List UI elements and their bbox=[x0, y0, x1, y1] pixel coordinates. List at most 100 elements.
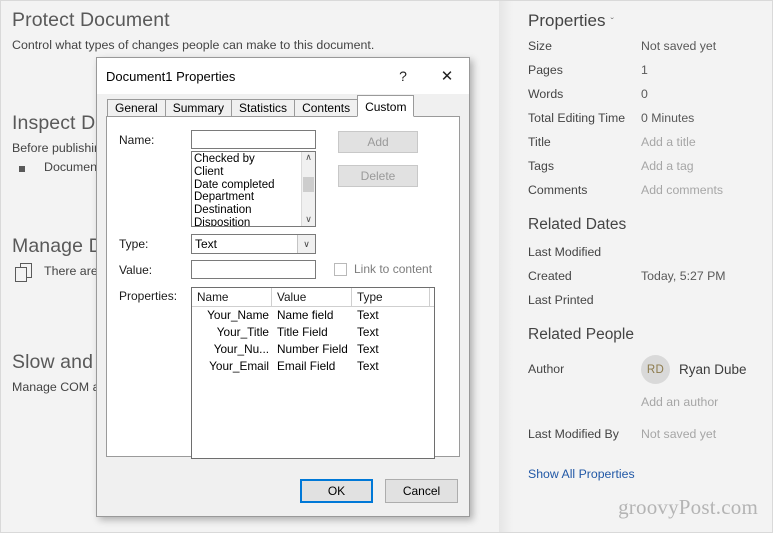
tab-custom[interactable]: Custom bbox=[357, 95, 415, 117]
date-row-created: Created Today, 5:27 PM bbox=[528, 269, 758, 283]
tab-contents[interactable]: Contents bbox=[294, 99, 359, 116]
property-value: 0 bbox=[641, 87, 648, 101]
show-all-properties-link[interactable]: Show All Properties bbox=[528, 467, 635, 481]
property-row-words: Words 0 bbox=[528, 87, 758, 101]
dialog-body: General Summary Statistics Contents Cust… bbox=[97, 94, 469, 517]
tab-general[interactable]: General bbox=[107, 99, 166, 116]
type-label: Type: bbox=[119, 237, 149, 251]
protect-document-heading: Protect Document bbox=[12, 9, 170, 31]
ok-button[interactable]: OK bbox=[300, 479, 373, 503]
inspect-document-bullet-text: Document bbox=[44, 160, 101, 174]
link-to-content-checkbox-row[interactable]: Link to content bbox=[334, 260, 432, 276]
chevron-down-icon[interactable]: ∨ bbox=[297, 235, 315, 253]
table-row[interactable]: Your_Name Name field Text bbox=[192, 307, 434, 324]
table-row[interactable]: Your_Title Title Field Text bbox=[192, 324, 434, 341]
column-header-name[interactable]: Name bbox=[192, 288, 272, 306]
date-label: Created bbox=[528, 269, 572, 283]
property-value-placeholder[interactable]: Add a tag bbox=[641, 159, 694, 173]
bullet-square-icon bbox=[19, 166, 25, 172]
list-item[interactable]: Date completed bbox=[194, 179, 301, 192]
date-row-last-modified: Last Modified bbox=[528, 245, 758, 259]
document-copy-icon bbox=[14, 262, 36, 284]
property-label: Title bbox=[528, 135, 551, 149]
custom-tab-panel: Name: Checked by Client Date completed D… bbox=[106, 116, 460, 459]
property-value: 0 Minutes bbox=[641, 111, 695, 125]
type-value: Text bbox=[195, 237, 218, 251]
properties-grid-row: Properties: Name Value Type Your_Name Na… bbox=[119, 286, 447, 459]
column-header-value[interactable]: Value bbox=[272, 288, 352, 306]
tab-strip: General Summary Statistics Contents Cust… bbox=[106, 94, 460, 117]
link-to-content-label: Link to content bbox=[354, 262, 433, 276]
list-item[interactable]: Disposition bbox=[194, 217, 301, 226]
property-label: Pages bbox=[528, 63, 563, 77]
property-value-placeholder[interactable]: Add a title bbox=[641, 135, 696, 149]
cell-value: Number Field bbox=[277, 342, 348, 356]
property-row-size: Size Not saved yet bbox=[528, 39, 758, 53]
property-row-total-editing-time: Total Editing Time 0 Minutes bbox=[528, 111, 758, 125]
list-item[interactable]: Checked by bbox=[194, 153, 301, 166]
list-item[interactable]: Destination bbox=[194, 204, 301, 217]
type-field-row: Type: Text ∨ bbox=[119, 234, 447, 254]
property-label: Tags bbox=[528, 159, 554, 173]
type-combobox[interactable]: Text ∨ bbox=[191, 234, 316, 254]
tab-statistics[interactable]: Statistics bbox=[231, 99, 296, 116]
property-row-comments[interactable]: Comments Add comments bbox=[528, 183, 758, 197]
last-modified-by-row: Last Modified By Not saved yet bbox=[528, 427, 758, 441]
date-label: Last Modified bbox=[528, 245, 602, 259]
checkbox-icon[interactable] bbox=[334, 262, 347, 276]
author-label: Author bbox=[528, 361, 565, 376]
table-row[interactable]: Your_Email Email Field Text bbox=[192, 358, 434, 375]
property-label: Size bbox=[528, 39, 552, 53]
property-value: 1 bbox=[641, 63, 648, 77]
author-chip[interactable]: RD Ryan Dube bbox=[641, 355, 747, 384]
cell-name: Your_Name bbox=[207, 308, 269, 322]
cell-type: Text bbox=[357, 359, 379, 373]
property-value-placeholder[interactable]: Add comments bbox=[641, 183, 723, 197]
name-suggestion-listbox[interactable]: Checked by Client Date completed Departm… bbox=[191, 151, 316, 227]
date-row-last-printed: Last Printed bbox=[528, 293, 758, 307]
properties-grid-header: Name Value Type bbox=[192, 288, 434, 307]
add-an-author-field[interactable]: Add an author bbox=[641, 395, 758, 409]
scroll-thumb[interactable] bbox=[303, 177, 314, 192]
name-input[interactable] bbox=[191, 130, 316, 149]
scroll-down-icon[interactable]: ∨ bbox=[305, 215, 312, 225]
properties-pane-title-text: Properties bbox=[528, 11, 606, 30]
last-modified-by-label: Last Modified By bbox=[528, 427, 619, 441]
column-header-type[interactable]: Type bbox=[352, 288, 430, 306]
avatar: RD bbox=[641, 355, 670, 384]
list-item[interactable]: Department bbox=[194, 191, 301, 204]
property-row-title[interactable]: Title Add a title bbox=[528, 135, 758, 149]
property-label: Total Editing Time bbox=[528, 111, 626, 125]
last-modified-by-value: Not saved yet bbox=[641, 427, 717, 441]
list-item[interactable]: Client bbox=[194, 166, 301, 179]
add-button[interactable]: Add bbox=[338, 131, 418, 153]
tab-summary[interactable]: Summary bbox=[164, 99, 233, 116]
delete-button[interactable]: Delete bbox=[338, 165, 418, 187]
backstage-page: Protect Document Control what types of c… bbox=[0, 0, 773, 533]
value-input[interactable] bbox=[191, 260, 316, 279]
cell-type: Text bbox=[357, 308, 379, 322]
listbox-scrollbar[interactable]: ∧ ∨ bbox=[301, 152, 315, 226]
name-label: Name: bbox=[119, 133, 155, 147]
properties-grid[interactable]: Name Value Type Your_Name Name field Tex… bbox=[191, 287, 435, 459]
document-copy-icon-front bbox=[15, 267, 27, 282]
table-row[interactable]: Your_Nu... Number Field Text bbox=[192, 341, 434, 358]
author-name: Ryan Dube bbox=[679, 362, 747, 377]
scroll-track[interactable] bbox=[302, 163, 315, 215]
properties-pane: Properties ˇ Size Not saved yet Pages 1 … bbox=[499, 1, 772, 532]
scroll-up-icon[interactable]: ∧ bbox=[305, 153, 312, 163]
property-row-tags[interactable]: Tags Add a tag bbox=[528, 159, 758, 173]
date-label: Last Printed bbox=[528, 293, 594, 307]
cell-name: Your_Email bbox=[209, 359, 269, 373]
properties-pane-title[interactable]: Properties ˇ bbox=[528, 11, 758, 31]
name-suggestion-items: Checked by Client Date completed Departm… bbox=[192, 152, 301, 226]
cancel-button[interactable]: Cancel bbox=[385, 479, 458, 503]
related-people-heading: Related People bbox=[528, 326, 634, 343]
close-icon[interactable]: ✕ bbox=[425, 59, 469, 94]
value-label: Value: bbox=[119, 263, 153, 277]
cell-name: Your_Title bbox=[216, 325, 269, 339]
help-icon[interactable]: ? bbox=[381, 59, 425, 94]
name-input-group: Checked by Client Date completed Departm… bbox=[191, 130, 316, 227]
watermark: groovyPost.com bbox=[618, 495, 758, 519]
protect-document-description: Control what types of changes people can… bbox=[12, 38, 375, 52]
